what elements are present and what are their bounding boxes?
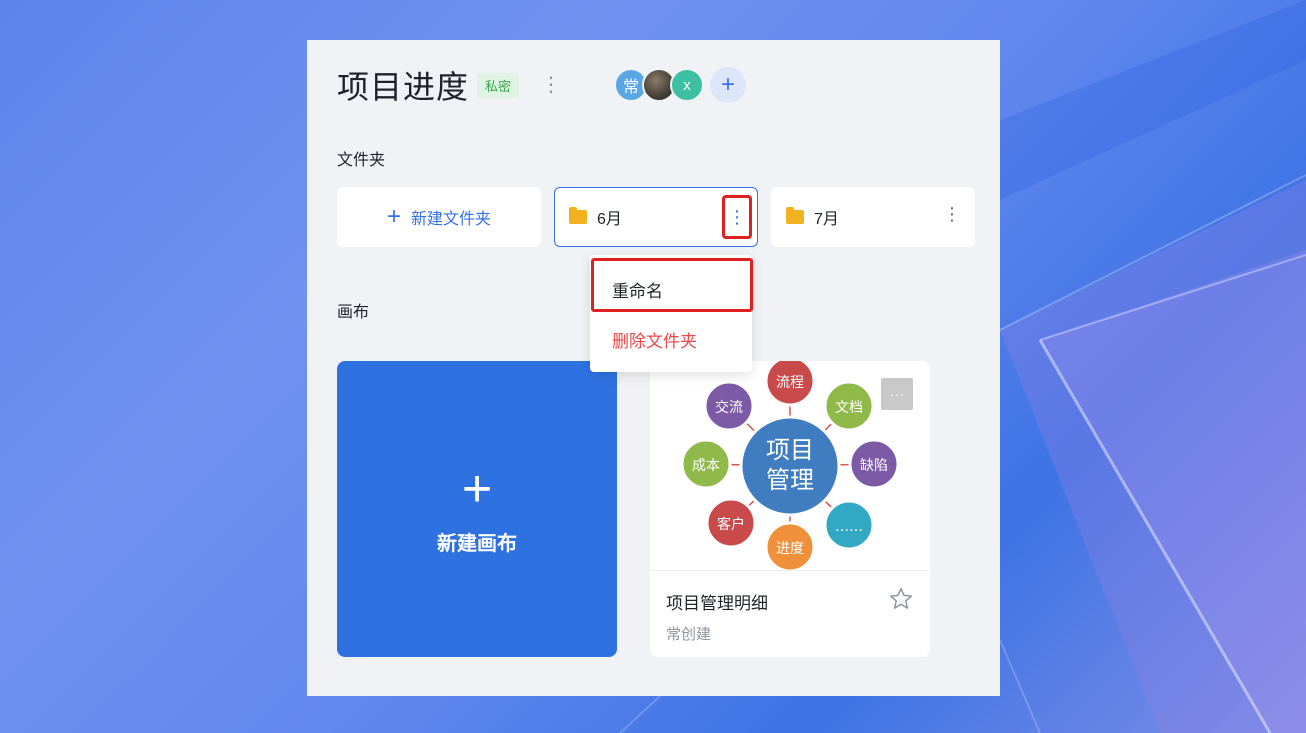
new-folder-label: 新建文件夹 — [411, 211, 492, 228]
new-canvas-button[interactable]: + 新建画布 — [337, 361, 617, 657]
star-icon[interactable] — [888, 586, 914, 612]
thumbnail-node: 文档 — [835, 400, 863, 416]
board-header: 项目进度 私密 ⋮ — [337, 62, 561, 108]
canvas-card[interactable]: 项目 管理 流程 文档 缺陷 …… 进度 客户 成本 交流 ··· 项目管理明细… — [650, 361, 930, 657]
thumbnail-center-line1: 项目 — [766, 436, 814, 464]
plus-icon: + — [461, 459, 493, 518]
new-folder-button[interactable]: + 新建文件夹 — [337, 187, 541, 247]
board-panel: 项目进度 私密 ⋮ 常 x + 文件夹 + 新建文件夹 6月 ⋮ 7月 ⋮ 画布… — [307, 40, 1000, 696]
thumbnail-node: 缺陷 — [860, 458, 888, 474]
thumbnail-node: 流程 — [776, 375, 804, 391]
menu-item-delete-folder[interactable]: 删除文件夹 — [612, 327, 697, 352]
add-member-button[interactable]: + — [710, 67, 746, 103]
folder-icon — [786, 207, 804, 224]
thumbnail-node: 进度 — [776, 541, 804, 557]
folders-section-label: 文件夹 — [337, 152, 386, 169]
highlight-frame — [591, 258, 753, 312]
privacy-badge: 私密 — [477, 72, 520, 98]
new-canvas-label: 新建画布 — [437, 532, 517, 555]
folder-more-button[interactable]: ⋮ — [722, 195, 752, 239]
board-more-icon[interactable]: ⋮ — [541, 75, 561, 95]
thumbnail-node: 成本 — [692, 458, 720, 474]
folder-icon — [569, 207, 587, 224]
folder-name: 7月 — [814, 211, 839, 228]
thumbnail-center-line2: 管理 — [766, 466, 814, 494]
thumbnail-node: 交流 — [715, 399, 743, 416]
card-more-button[interactable]: ··· — [881, 378, 913, 410]
folder-name: 6月 — [597, 211, 622, 228]
avatar[interactable]: x — [670, 68, 704, 102]
board-title: 项目进度 — [337, 69, 470, 105]
folder-card-7[interactable]: 7月 ⋮ — [771, 187, 975, 247]
canvas-section-label: 画布 — [337, 304, 370, 321]
more-vertical-icon: ⋮ — [728, 206, 746, 227]
canvas-creator: 常创建 — [666, 626, 712, 643]
plus-icon: + — [386, 203, 401, 230]
thumbnail-node: 客户 — [717, 516, 745, 533]
canvas-title: 项目管理明细 — [666, 594, 768, 613]
thumbnail-node: …… — [835, 519, 863, 535]
more-vertical-icon[interactable]: ⋮ — [943, 205, 961, 223]
member-avatars: 常 x + — [614, 67, 746, 103]
